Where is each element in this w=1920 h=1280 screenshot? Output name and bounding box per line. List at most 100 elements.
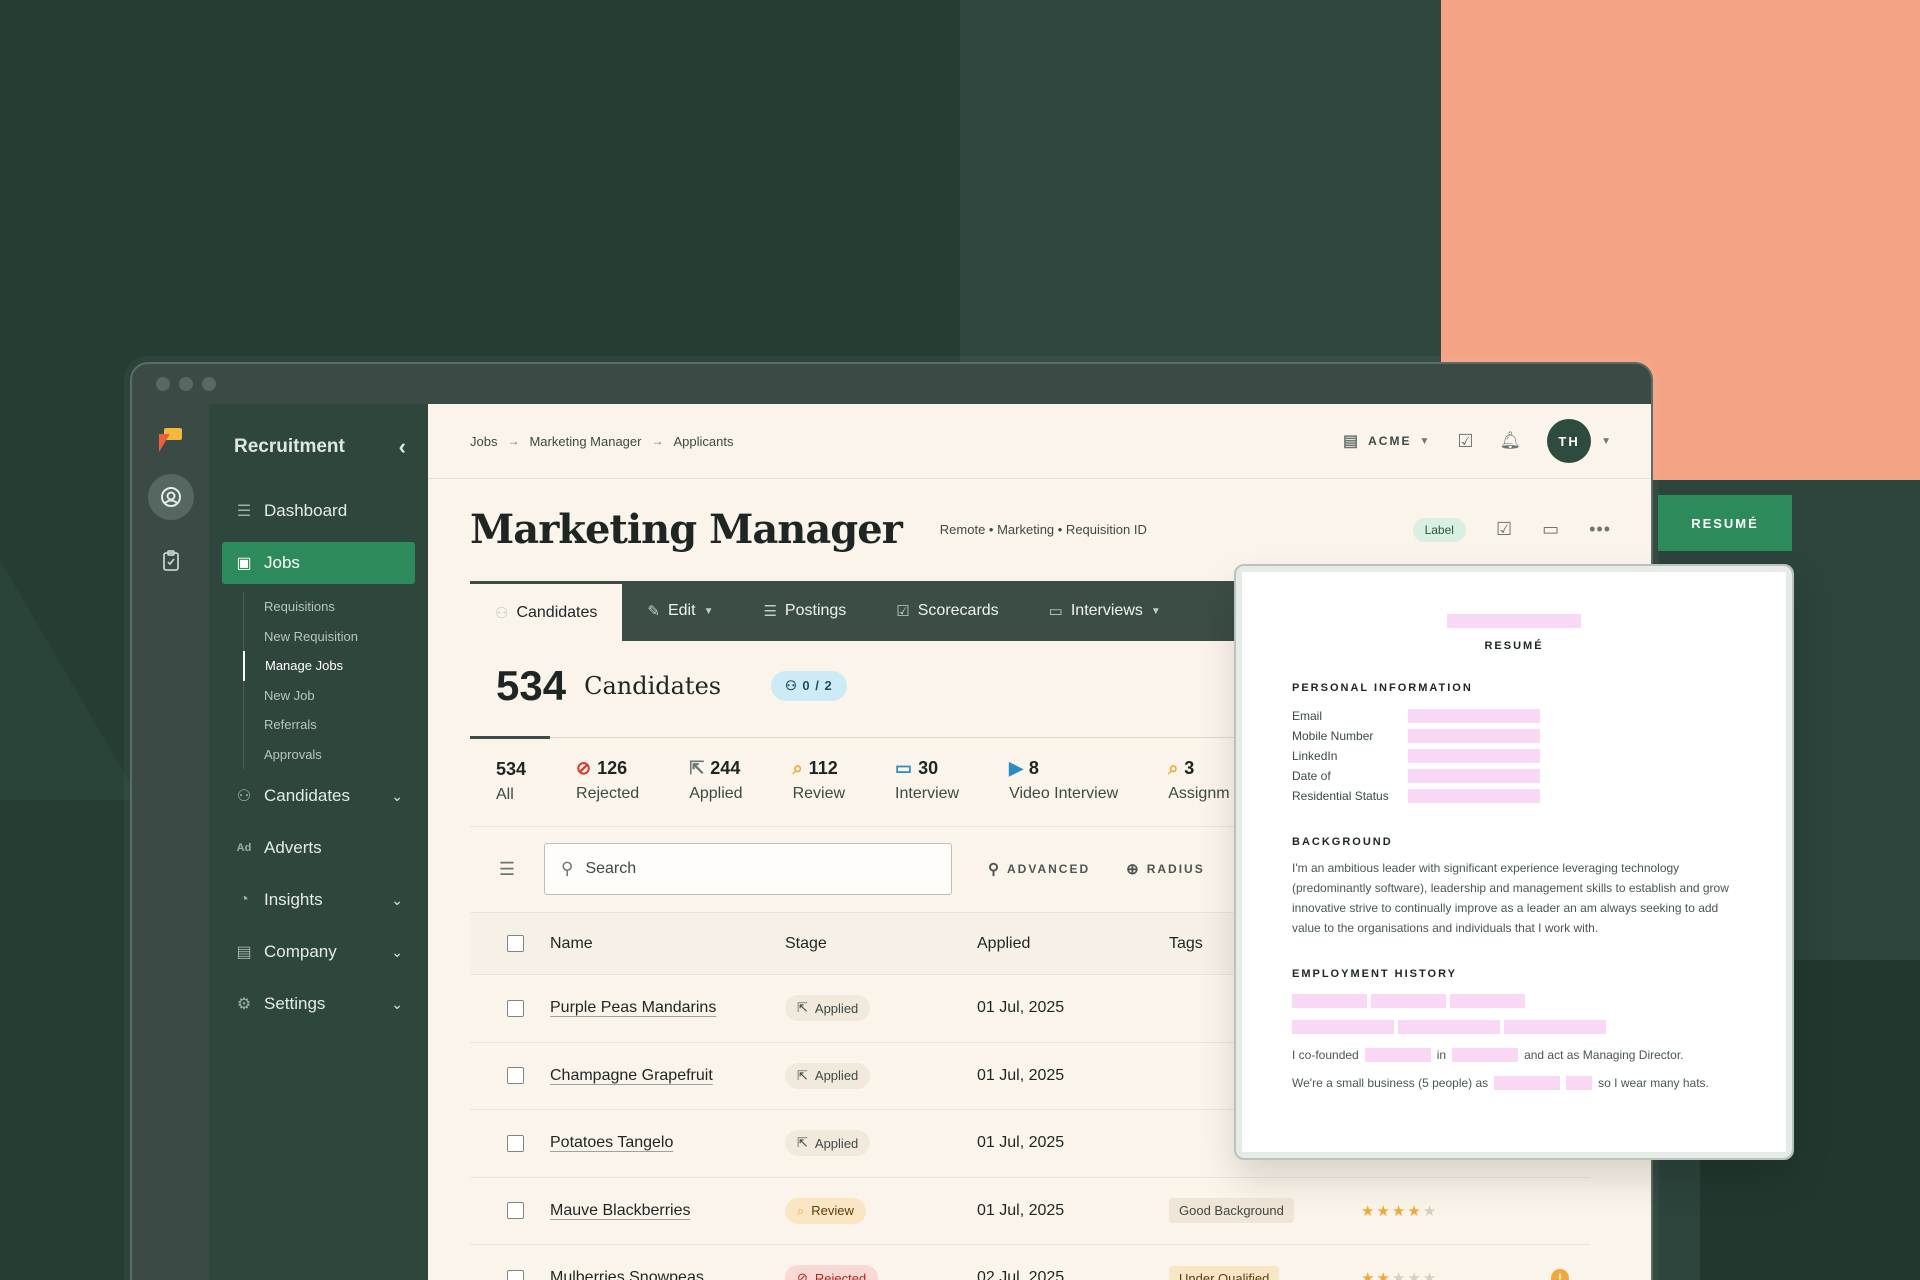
sidebar-item-adverts[interactable]: Ad Adverts <box>222 827 415 869</box>
radius-button[interactable]: ⊕ RADIUS <box>1126 860 1205 878</box>
stage-rejected[interactable]: ⊘ 126 Rejected <box>550 738 663 813</box>
table-row[interactable]: Mulberries Snowpeas ⊘ Rejected 02 Jul, 20… <box>470 1244 1590 1280</box>
resume-button[interactable]: RESUMÉ <box>1658 495 1792 551</box>
tab-edit[interactable]: ✎ Edit ▼ <box>622 581 738 641</box>
stage-chip: ⇱ Applied <box>785 995 871 1022</box>
stage-filters: 534 All ⊘ 126 Rejected ⇱ 244 Applied ⌕ 112 … <box>470 736 1270 813</box>
bell-icon[interactable]: 🔔︎ <box>1500 431 1522 451</box>
candidate-name-link[interactable]: Mauve Blackberries <box>550 1202 691 1219</box>
sidebar-item-dashboard[interactable]: ☰ Dashboard <box>222 490 415 532</box>
edit-checklist-icon[interactable]: ☑ <box>1496 519 1512 540</box>
redacted-text <box>1450 994 1525 1008</box>
candidate-name-link[interactable]: Mulberries Snowpeas <box>550 1269 704 1280</box>
tasks-checkbox-icon[interactable]: ☑ <box>1457 431 1473 452</box>
stage-review[interactable]: ⌕ 112 Review <box>767 738 869 813</box>
employment-line: We're a small business (5 people) as so … <box>1292 1076 1736 1090</box>
sidebar-item-candidates[interactable]: ⚇ Candidates ⌄ <box>222 775 415 817</box>
column-header-stage[interactable]: Stage <box>785 935 977 953</box>
chat-icon: ▭ <box>895 758 913 778</box>
stage-all[interactable]: 534 All <box>470 736 551 813</box>
chevron-down-icon: ⌄ <box>391 891 403 908</box>
employment-line: I co-founded in and act as Managing Dire… <box>1292 1048 1736 1062</box>
caret-down-icon[interactable]: ▼ <box>1601 436 1611 447</box>
sidebar-item-label: Settings <box>264 994 326 1013</box>
table-row[interactable]: Mauve Blackberries ⌕ Review 01 Jul, 2025 … <box>470 1176 1590 1245</box>
sidebar-item-insights[interactable]: ◔ Insights ⌄ <box>222 879 415 921</box>
advanced-search-button[interactable]: ⚲ ADVANCED <box>988 860 1090 878</box>
stage-label: Applied <box>689 785 743 802</box>
label-chip[interactable]: Label <box>1412 517 1466 542</box>
tab-candidates[interactable]: ⚇ Candidates <box>470 581 623 641</box>
candidate-name-link[interactable]: Purple Peas Mandarins <box>550 999 716 1016</box>
stage-label: All <box>496 786 514 803</box>
submenu-new-job[interactable]: New Job <box>244 681 428 711</box>
breadcrumb-applicants[interactable]: Applicants <box>673 434 733 449</box>
column-header-applied[interactable]: Applied <box>977 935 1169 953</box>
avatar[interactable]: TH <box>1547 419 1592 463</box>
sidebar-item-company[interactable]: ▤ Company ⌄ <box>222 931 415 973</box>
stage-chip: ⇱ Applied <box>785 1130 871 1157</box>
candidate-name-link[interactable]: Champagne Grapefruit <box>550 1067 713 1084</box>
clipboard-icon[interactable] <box>148 538 194 584</box>
window-minimize-dot[interactable] <box>179 377 193 391</box>
column-header-name[interactable]: Name <box>550 935 785 953</box>
stage-chip-label: Applied <box>814 1068 859 1084</box>
comment-icon[interactable]: ▭ <box>1542 519 1559 540</box>
more-options-icon[interactable]: ••• <box>1589 519 1611 540</box>
redacted-value <box>1408 709 1540 723</box>
window-zoom-dot[interactable] <box>202 377 216 391</box>
redacted-value <box>1408 769 1540 783</box>
submenu-manage-jobs[interactable]: Manage Jobs <box>243 651 428 681</box>
field-label: Email <box>1292 709 1323 723</box>
recruitment-search-icon[interactable] <box>147 474 194 520</box>
redacted-text <box>1398 1020 1500 1034</box>
row-checkbox[interactable] <box>507 1067 524 1085</box>
stage-interview[interactable]: ▭ 30 Interview <box>869 738 983 813</box>
edit-icon: ✎ <box>647 603 660 620</box>
window-close-dot[interactable] <box>156 377 170 391</box>
search-input[interactable] <box>585 860 906 878</box>
page-title: Marketing Manager <box>470 506 903 553</box>
submenu-approvals[interactable]: Approvals <box>244 740 428 770</box>
row-checkbox[interactable] <box>507 1269 524 1280</box>
breadcrumb-job[interactable]: Marketing Manager <box>529 434 641 449</box>
row-checkbox[interactable] <box>507 1134 524 1152</box>
submenu-new-requisition[interactable]: New Requisition <box>244 622 428 652</box>
personal-info-heading: PERSONAL INFORMATION <box>1292 682 1473 694</box>
candidate-name-link[interactable]: Potatoes Tangelo <box>550 1134 673 1151</box>
tab-interviews[interactable]: ▭ Interviews ▼ <box>1024 581 1186 641</box>
row-checkbox[interactable] <box>507 1202 524 1220</box>
sidebar-item-settings[interactable]: ⚙ Settings ⌄ <box>222 983 415 1025</box>
applied-date: 01 Jul, 2025 <box>977 1134 1065 1152</box>
tab-postings[interactable]: ☰ Postings <box>738 581 871 641</box>
arrow-right-icon: → <box>651 434 664 448</box>
collapse-sidebar-icon[interactable]: ‹ <box>399 434 406 460</box>
org-switcher[interactable]: ▤ ACME ▼ <box>1343 431 1431 451</box>
team-chip[interactable]: ⚇ 0 / 2 <box>771 671 847 701</box>
submenu-requisitions[interactable]: Requisitions <box>244 592 428 622</box>
review-icon: ⌕ <box>797 1202 805 1218</box>
row-checkbox[interactable] <box>507 999 524 1017</box>
tab-label: Edit <box>667 602 696 619</box>
select-all-checkbox[interactable] <box>507 935 524 952</box>
stage-chip-label: Applied <box>814 1000 859 1016</box>
caret-down-icon: ▼ <box>1419 435 1432 447</box>
stage-video-interview[interactable]: ▶ 8 Video Interview <box>983 738 1142 813</box>
submenu-referrals[interactable]: Referrals <box>244 710 428 740</box>
applied-date: 01 Jul, 2025 <box>977 999 1065 1017</box>
list-view-icon[interactable]: ☰ <box>470 859 544 880</box>
arrow-up-left-icon: ⇱ <box>797 1067 808 1083</box>
breadcrumb-jobs[interactable]: Jobs <box>470 434 497 449</box>
warning-icon[interactable]: ! <box>1551 1269 1569 1280</box>
stage-applied[interactable]: ⇱ 244 Applied <box>663 738 766 813</box>
candidates-total: 534 <box>496 662 567 709</box>
stage-count: 30 <box>918 758 939 778</box>
sidebar-item-jobs[interactable]: ▣ Jobs <box>222 542 415 584</box>
sidebar-item-label: Dashboard <box>264 501 348 520</box>
employment-text: I co-founded <box>1292 1048 1359 1062</box>
stage-label: Video Interview <box>1009 785 1119 802</box>
chevron-down-icon: ⌄ <box>391 943 403 960</box>
tab-scorecards[interactable]: ☑ Scorecards <box>871 581 1023 641</box>
job-title-row: Marketing Manager Remote • Marketing • R… <box>470 506 1611 553</box>
search-row: ☰ ⚲ ⚲ ADVANCED ⊕ RADIUS <box>470 826 1270 911</box>
